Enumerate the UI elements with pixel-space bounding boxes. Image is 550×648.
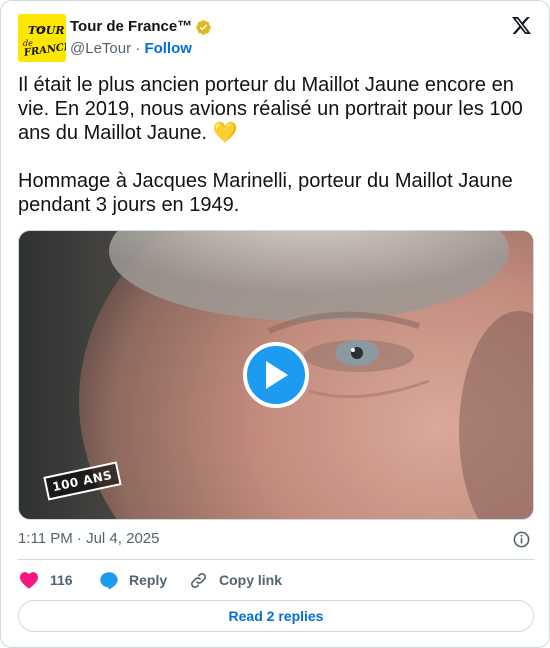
like-count: 116 [50,572,73,588]
link-icon [191,572,206,588]
read-replies-button[interactable]: Read 2 replies [18,600,534,632]
author-handle[interactable]: @LeTour [70,40,131,57]
heart-icon [20,572,38,589]
verified-badge-icon [196,20,211,35]
svg-text:TOUR: TOUR [28,24,65,37]
avatar[interactable]: TOUR de FRANCE [18,14,66,62]
like-button[interactable]: 116 [19,569,73,591]
reply-label: Reply [129,572,168,588]
x-logo-icon[interactable] [510,15,533,36]
copy-link-button[interactable]: Copy link [189,569,282,591]
copy-link-label: Copy link [219,572,283,588]
tweet-card: TOUR de FRANCE Tour de France™ @LeTour ·… [0,0,550,648]
info-icon[interactable] [512,530,531,549]
divider [18,559,534,560]
handle-separator: · [135,40,141,57]
reply-button[interactable]: Reply [99,569,167,591]
video-thumbnail[interactable]: 100 ANS [18,230,534,520]
meta-separator: · [76,530,82,547]
follow-button[interactable]: Follow [144,40,192,57]
tweet-text: Il était le plus ancien porteur du Maill… [18,74,523,216]
time: 1:11 PM [18,530,73,547]
date: Jul 4, 2025 [86,530,160,547]
author-name[interactable]: Tour de France™ [70,18,192,36]
play-icon [266,361,288,389]
tour-de-france-logo: TOUR de FRANCE [18,14,66,62]
reply-bubble-icon [100,571,118,590]
play-button[interactable] [243,342,309,408]
handle-row: @LeTour · Follow [70,40,192,58]
timestamp[interactable]: 1:11 PM · Jul 4, 2025 [18,530,159,548]
